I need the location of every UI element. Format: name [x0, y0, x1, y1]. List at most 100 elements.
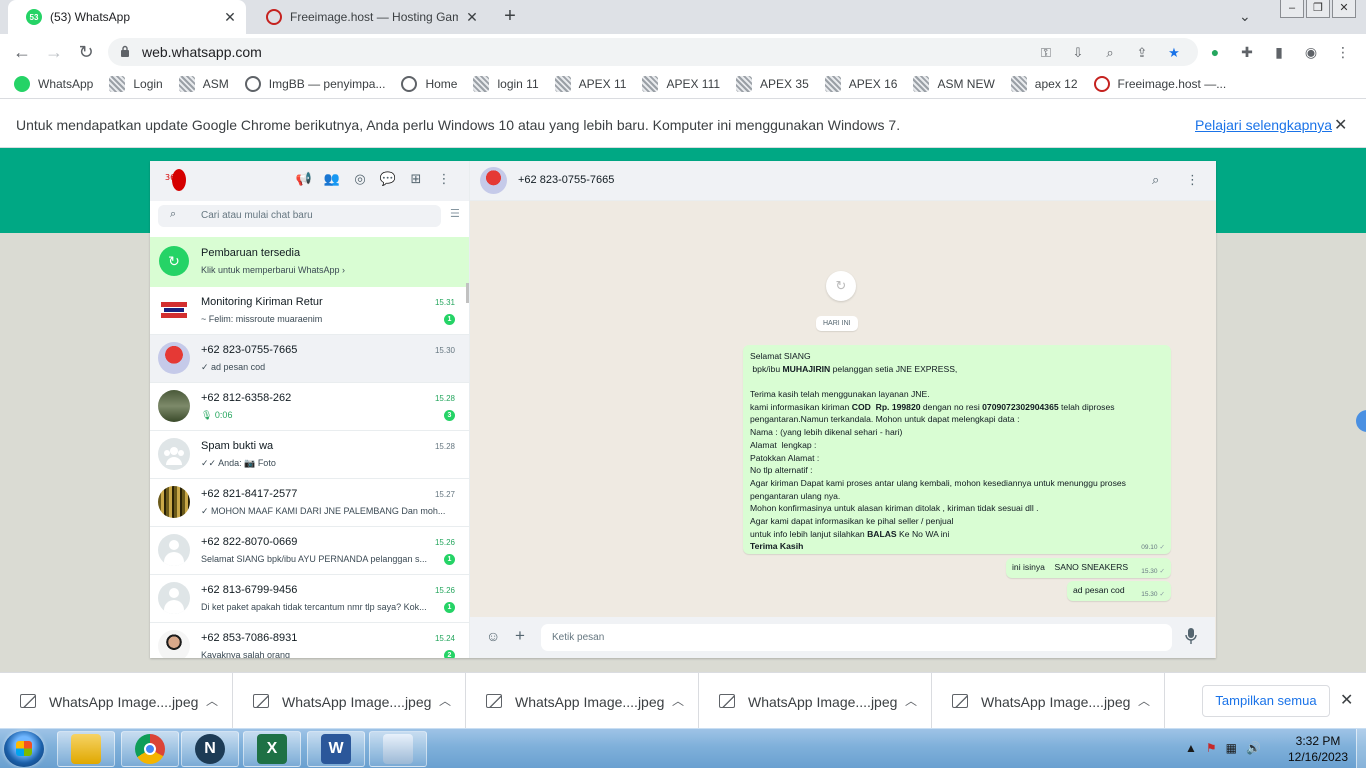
start-button[interactable] — [4, 731, 44, 767]
status-icon[interactable]: ◎ — [351, 170, 369, 188]
bookmark-item[interactable]: apex 12 — [1010, 76, 1078, 92]
bookmark-item[interactable]: ASM — [178, 76, 229, 92]
chevron-up-icon[interactable]: ︿ — [1138, 692, 1150, 709]
bookmark-item[interactable]: login 11 — [473, 76, 539, 92]
bookmark-item[interactable]: Home — [401, 76, 457, 92]
microphone-icon[interactable] — [1185, 627, 1197, 645]
conversation-header[interactable]: +62 823-0755-7665 ⌕ ⋮ — [470, 161, 1216, 201]
extensions-puzzle-icon[interactable]: ✚ — [1238, 43, 1256, 61]
chat-list-item[interactable]: Monitoring Kiriman Retur 15.31 ~ Felim: … — [150, 287, 469, 335]
chevron-up-icon[interactable]: ︿ — [672, 692, 684, 709]
taskbar-notepad[interactable] — [369, 731, 427, 767]
bookmark-item[interactable]: APEX 11 — [554, 76, 626, 92]
emoji-icon[interactable]: ☺ — [486, 628, 500, 644]
minimize-icon[interactable]: – — [1280, 0, 1304, 18]
download-item[interactable]: WhatsApp Image....jpeg ︿ — [0, 673, 233, 729]
zoom-icon[interactable]: ⌕ — [1102, 45, 1118, 61]
profile-avatar[interactable]: 36 — [164, 168, 188, 192]
bookmark-star-icon[interactable]: ★ — [1166, 45, 1182, 61]
chat-list-item[interactable]: +62 812-6358-262 15.28 🎙 0:06 3 — [150, 383, 469, 431]
attach-plus-icon[interactable]: + — [515, 626, 525, 646]
tab-freeimage[interactable]: Freeimage.host — Hosting Gamb ✕ — [248, 0, 488, 34]
new-chat-bubble-icon[interactable]: 💬 — [379, 170, 397, 188]
chrome-menu-icon[interactable]: ⋮ — [1334, 43, 1352, 61]
learn-more-link[interactable]: Pelajari selengkapnya — [1195, 117, 1332, 133]
chevron-up-icon[interactable]: ︿ — [206, 692, 218, 709]
restore-icon[interactable]: ❐ — [1306, 0, 1330, 18]
install-icon[interactable]: ⇩ — [1070, 45, 1086, 61]
profile-avatar-icon[interactable]: ◉ — [1302, 43, 1320, 61]
contact-avatar[interactable] — [480, 167, 507, 194]
bookmark-item[interactable]: APEX 16 — [824, 76, 897, 92]
communities-icon[interactable]: 👥 — [323, 170, 341, 188]
filter-icon[interactable]: ☰ — [450, 207, 460, 220]
download-item[interactable]: WhatsApp Image....jpeg ︿ — [699, 673, 932, 729]
bookmark-item[interactable]: WhatsApp — [14, 76, 93, 92]
close-tab-icon[interactable]: ✕ — [464, 9, 480, 25]
taskbar-explorer[interactable] — [57, 731, 115, 767]
taskbar-app-n[interactable]: N — [181, 731, 239, 767]
share-icon[interactable]: ⇪ — [1134, 45, 1150, 61]
new-chat-icon[interactable]: ⊞ — [407, 170, 425, 188]
close-window-icon[interactable]: ✕ — [1332, 0, 1356, 18]
taskbar-chrome[interactable] — [121, 731, 179, 767]
back-icon[interactable]: ← — [12, 42, 32, 62]
close-tab-icon[interactable]: ✕ — [222, 9, 238, 25]
action-center-flag-icon[interactable]: ⚑ — [1206, 741, 1217, 755]
bookmark-item[interactable]: ImgBB — penyimpa... — [244, 76, 385, 92]
contact-name[interactable]: +62 823-0755-7665 — [518, 174, 614, 186]
chevron-up-icon[interactable]: ︿ — [439, 692, 451, 709]
search-icon[interactable]: ⌕ — [1152, 172, 1159, 188]
bookmark-item[interactable]: Login — [109, 76, 163, 92]
message-line: kami informasikan kiriman COD Rp. 199820… — [750, 401, 1115, 412]
show-hidden-icons-icon[interactable]: ▲ — [1185, 741, 1197, 755]
default-avatar — [158, 534, 190, 566]
message-text: ad pesan cod — [1073, 585, 1125, 595]
close-infobar-icon[interactable]: ✕ — [1334, 115, 1347, 135]
menu-icon[interactable]: ⋮ — [1186, 172, 1199, 188]
update-banner[interactable]: ↻ Pembaruan tersedia Klik untuk memperba… — [150, 237, 469, 287]
chat-list-item[interactable]: +62 821-8417-2577 15.27 ✓ MOHON MAAF KAM… — [150, 479, 469, 527]
whatsapp-extension-icon[interactable]: ● — [1206, 43, 1224, 61]
forward-icon[interactable]: → — [44, 42, 64, 62]
show-all-button[interactable]: Tampilkan semua — [1202, 685, 1330, 717]
search-input[interactable]: ⌕ Cari atau mulai chat baru — [158, 205, 441, 227]
message-input[interactable]: Ketik pesan — [541, 624, 1172, 651]
close-downloads-icon[interactable]: ✕ — [1340, 690, 1353, 710]
menu-icon[interactable]: ⋮ — [435, 170, 453, 188]
refresh-icon: ↻ — [159, 246, 189, 276]
download-item[interactable]: WhatsApp Image....jpeg ︿ — [233, 673, 466, 729]
side-panel-icon[interactable]: ▮ — [1270, 43, 1288, 61]
downloads-bar: WhatsApp Image....jpeg ︿ WhatsApp Image.… — [0, 672, 1366, 729]
freeimage-icon — [1093, 76, 1110, 92]
volume-icon[interactable]: 🔊 — [1246, 741, 1261, 755]
channels-icon[interactable]: 📢 — [295, 170, 313, 188]
scrollbar[interactable] — [466, 283, 469, 303]
chat-list-item-selected[interactable]: +62 823-0755-7665 15.30 ✓ ad pesan cod — [150, 335, 469, 383]
tab-whatsapp[interactable]: 53 (53) WhatsApp ✕ — [8, 0, 246, 34]
download-item[interactable]: WhatsApp Image....jpeg ︿ — [466, 673, 699, 729]
taskbar-word[interactable]: W — [307, 731, 365, 767]
chat-list-item[interactable]: Spam bukti wa 15.28 ✓✓ Anda: 📷 Foto — [150, 431, 469, 479]
chat-list-item[interactable]: +62 813-6799-9456 15.26 Di ket paket apa… — [150, 575, 469, 623]
key-icon[interactable]: ⚿ — [1038, 45, 1054, 61]
reload-icon[interactable]: ↻ — [76, 42, 96, 62]
show-desktop-button[interactable] — [1356, 729, 1366, 768]
address-bar[interactable]: web.whatsapp.com ⚿ ⇩ ⌕ ⇪ ★ — [108, 38, 1198, 66]
chat-list-item[interactable]: +62 822-8070-0669 15.26 Selamat SIANG bp… — [150, 527, 469, 575]
tab-search-chevron-icon[interactable]: ⌄ — [1239, 8, 1251, 25]
download-item[interactable]: WhatsApp Image....jpeg ︿ — [932, 673, 1165, 729]
load-more-icon[interactable]: ↻ — [826, 271, 856, 301]
bookmark-item[interactable]: Freeimage.host —... — [1093, 76, 1226, 92]
bookmark-item[interactable]: ASM NEW — [913, 76, 995, 92]
bookmark-item[interactable]: APEX 111 — [642, 76, 720, 92]
new-tab-button[interactable]: + — [500, 6, 520, 26]
bookmark-item[interactable]: APEX 35 — [736, 76, 809, 92]
taskbar-excel[interactable]: X — [243, 731, 301, 767]
network-icon[interactable]: ▦ — [1226, 741, 1237, 755]
bookmark-label: Home — [425, 77, 458, 91]
side-tab-handle[interactable] — [1356, 410, 1366, 432]
system-clock[interactable]: 3:32 PM 12/16/2023 — [1285, 733, 1351, 765]
chevron-up-icon[interactable]: ︿ — [905, 692, 917, 709]
chat-list-item[interactable]: +62 853-7086-8931 15.24 Kayaknya salah o… — [150, 623, 469, 658]
